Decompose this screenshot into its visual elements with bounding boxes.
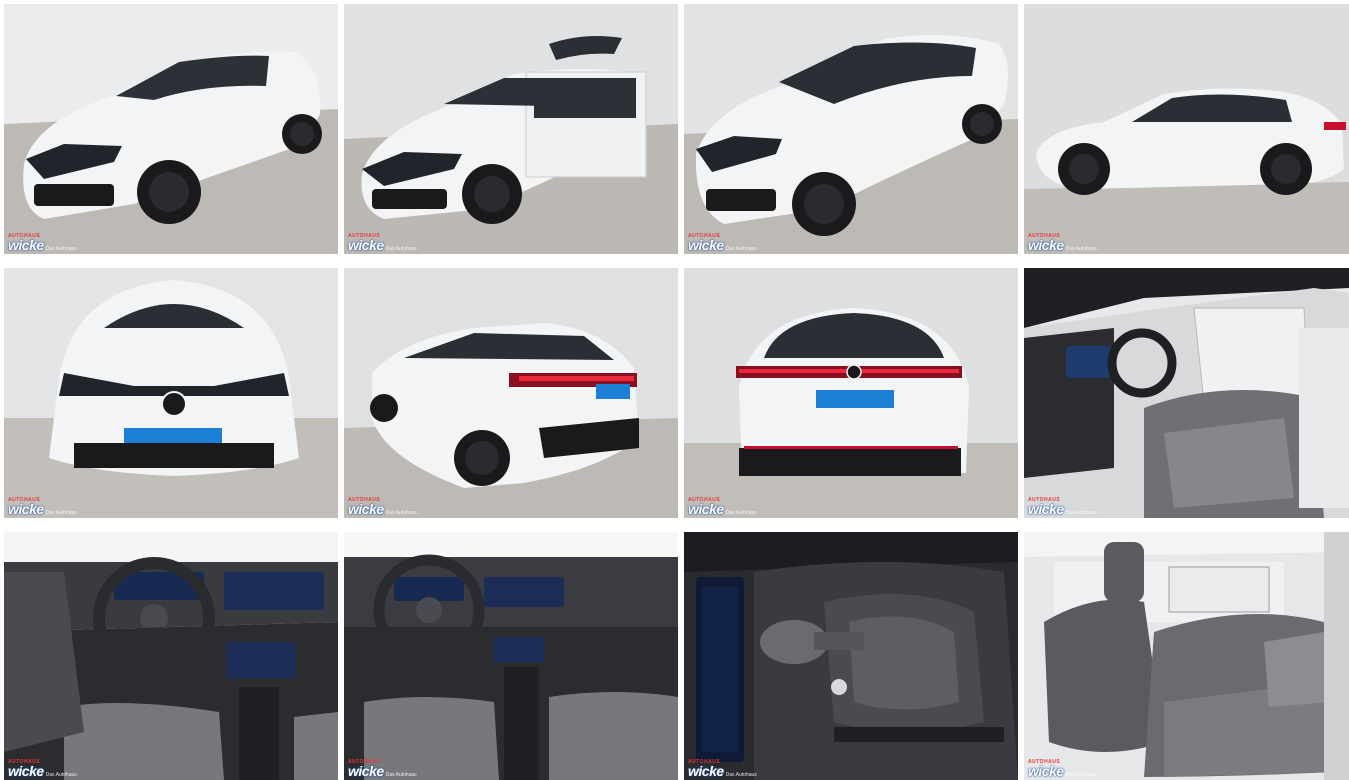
car-front-left-high-photo	[684, 4, 1018, 254]
car-cockpit-photo	[344, 532, 678, 780]
car-cockpit-photo	[4, 532, 338, 780]
photo-thumbnail[interactable]: AUTOHAUS wicke Das Autohaus	[1024, 268, 1349, 518]
car-rear-photo	[684, 268, 1018, 518]
photo-gallery: AUTOHAUS wicke Das Autohaus AUTOHAUS wicke D…	[0, 0, 1349, 780]
photo-thumbnail[interactable]: AUTOHAUS wicke Das Autohaus	[684, 268, 1018, 518]
car-rear-seats-photo	[1024, 532, 1349, 780]
car-rear-left-photo	[344, 268, 678, 518]
photo-thumbnail[interactable]: AUTOHAUS wicke Das Autohaus	[344, 268, 678, 518]
car-interior-driver-photo	[1024, 268, 1349, 518]
gear-shifter-photo	[684, 532, 1018, 780]
photo-thumbnail[interactable]: AUTOHAUS wicke Das Autohaus	[4, 532, 338, 780]
car-front-left-photo	[4, 4, 338, 254]
photo-thumbnail[interactable]: AUTOHAUS wicke Das Autohaus	[4, 268, 338, 518]
photo-thumbnail[interactable]: AUTOHAUS wicke Das Autohaus	[1024, 532, 1349, 780]
car-doors-open-photo	[344, 4, 678, 254]
photo-thumbnail[interactable]: AUTOHAUS wicke Das Autohaus	[344, 4, 678, 254]
photo-thumbnail[interactable]: AUTOHAUS wicke Das Autohaus	[344, 532, 678, 780]
photo-thumbnail[interactable]: AUTOHAUS wicke Das Autohaus	[1024, 4, 1349, 254]
car-side-photo	[1024, 4, 1349, 254]
photo-thumbnail[interactable]: AUTOHAUS wicke Das Autohaus	[4, 4, 338, 254]
car-front-photo	[4, 268, 338, 518]
photo-thumbnail[interactable]: AUTOHAUS wicke Das Autohaus	[684, 4, 1018, 254]
photo-thumbnail[interactable]: AUTOHAUS wicke Das Autohaus	[684, 532, 1018, 780]
